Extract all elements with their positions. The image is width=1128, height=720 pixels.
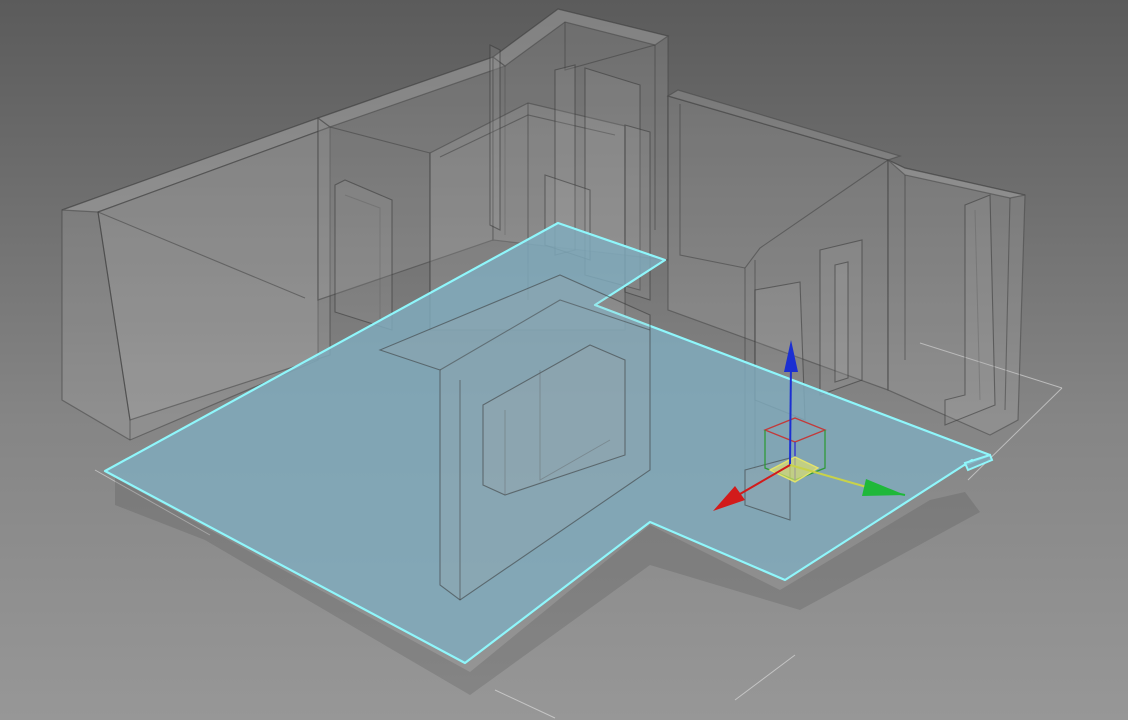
door-frame-left[interactable] bbox=[334, 179, 393, 331]
gizmo-z-axis[interactable] bbox=[789, 361, 792, 466]
pillar-1[interactable] bbox=[489, 44, 501, 231]
door-frame-right-inner[interactable] bbox=[834, 261, 849, 383]
wall-far-right[interactable] bbox=[887, 159, 1026, 436]
3d-viewport[interactable] bbox=[0, 0, 1128, 720]
